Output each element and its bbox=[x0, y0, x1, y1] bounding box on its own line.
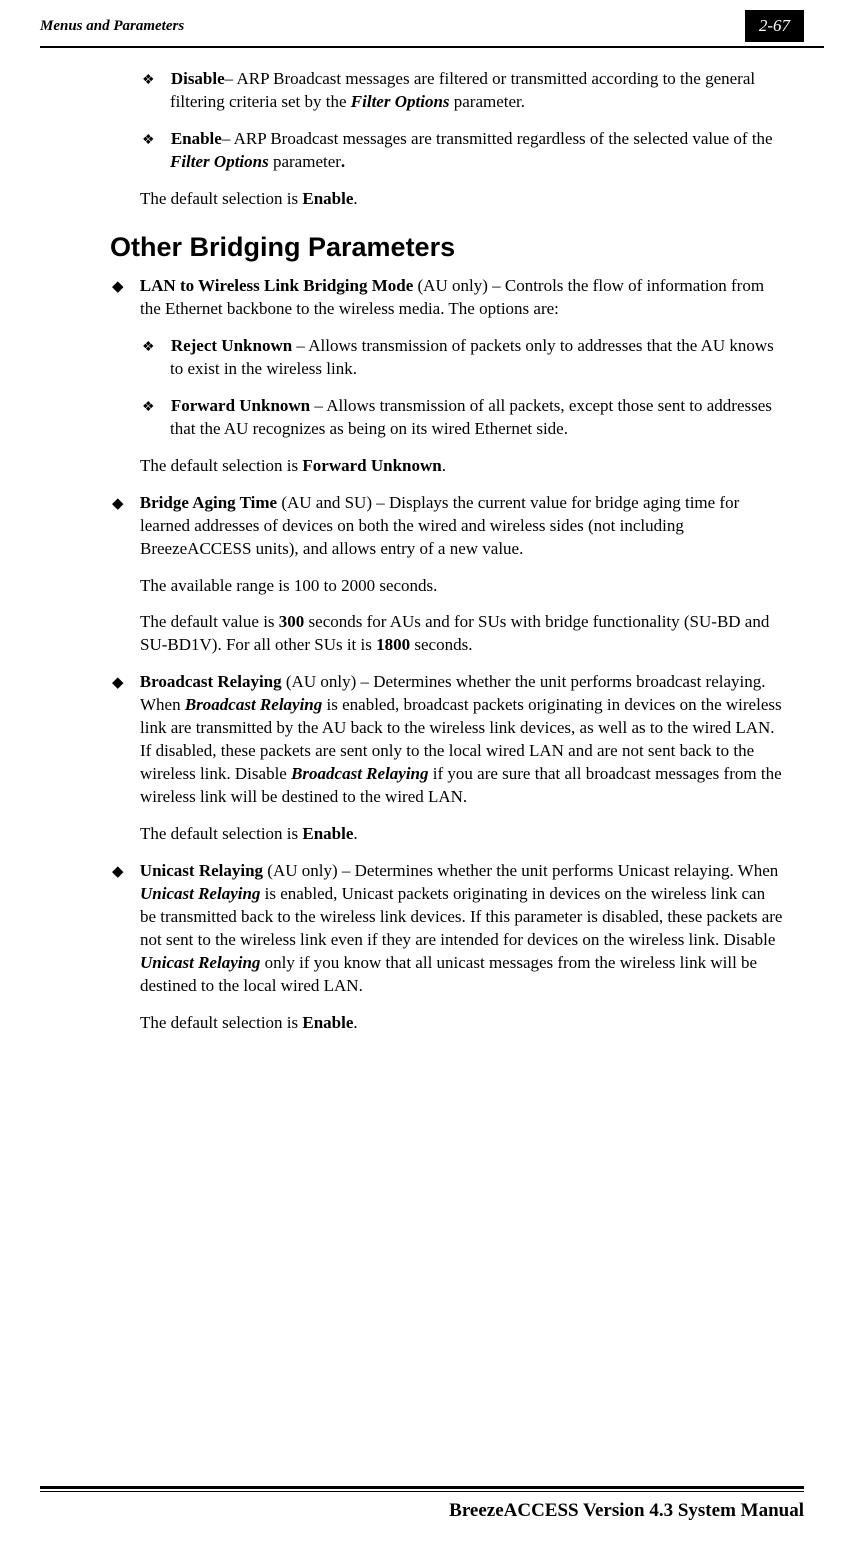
value: Enable bbox=[302, 1013, 353, 1032]
enable-option: Enable– ARP Broadcast messages are trans… bbox=[170, 128, 784, 174]
v1: 300 bbox=[279, 612, 305, 631]
page-number: 2-67 bbox=[745, 10, 804, 42]
italic: Filter Options bbox=[351, 92, 450, 111]
footer-text: BreezeACCESS Version 4.3 System Manual bbox=[40, 1500, 804, 1522]
broadcast-relaying: Broadcast Relaying (AU only) – Determine… bbox=[140, 671, 784, 809]
broadcast-default: The default selection is Enable. bbox=[140, 823, 784, 846]
text-after: parameter. bbox=[450, 92, 526, 111]
forward-unknown: Forward Unknown – Allows transmission of… bbox=[170, 395, 784, 441]
label: Bridge Aging Time bbox=[140, 493, 277, 512]
period: . bbox=[353, 824, 357, 843]
text: The default selection is bbox=[140, 824, 302, 843]
default-forward-unknown: The default selection is Forward Unknown… bbox=[140, 455, 784, 478]
content-body: Disable– ARP Broadcast messages are filt… bbox=[0, 48, 864, 1034]
text: – ARP Broadcast messages are transmitted… bbox=[222, 129, 773, 148]
period: . bbox=[353, 1013, 357, 1032]
period: . bbox=[341, 152, 345, 171]
label: Enable bbox=[171, 129, 222, 148]
disable-option: Disable– ARP Broadcast messages are filt… bbox=[170, 68, 784, 114]
reject-unknown: Reject Unknown – Allows transmission of … bbox=[170, 335, 784, 381]
aging-default: The default value is 300 seconds for AUs… bbox=[140, 611, 784, 657]
text: The default selection is bbox=[140, 1013, 302, 1032]
label: Disable bbox=[171, 69, 225, 88]
value: Enable bbox=[302, 189, 353, 208]
italic: Filter Options bbox=[170, 152, 269, 171]
period: . bbox=[442, 456, 446, 475]
unicast-relaying: Unicast Relaying (AU only) – Determines … bbox=[140, 860, 784, 998]
label: Broadcast Relaying bbox=[140, 672, 282, 691]
i2: Broadcast Relaying bbox=[291, 764, 428, 783]
header-section-title: Menus and Parameters bbox=[40, 18, 184, 35]
label: Reject Unknown bbox=[171, 336, 292, 355]
unicast-default: The default selection is Enable. bbox=[140, 1012, 784, 1035]
text-after: parameter bbox=[269, 152, 341, 171]
page-footer: BreezeACCESS Version 4.3 System Manual bbox=[40, 1486, 804, 1522]
aging-range: The available range is 100 to 2000 secon… bbox=[140, 575, 784, 598]
section-heading: Other Bridging Parameters bbox=[110, 229, 784, 265]
value: Forward Unknown bbox=[302, 456, 441, 475]
label: Unicast Relaying bbox=[140, 861, 263, 880]
default-enable-line: The default selection is Enable. bbox=[140, 188, 784, 211]
i1: Broadcast Relaying bbox=[185, 695, 322, 714]
i1: Unicast Relaying bbox=[140, 884, 260, 903]
text: The default selection is bbox=[140, 189, 302, 208]
label: LAN to Wireless Link Bridging Mode bbox=[140, 276, 413, 295]
period: . bbox=[353, 189, 357, 208]
t1: (AU only) – Determines whether the unit … bbox=[263, 861, 778, 880]
text3: seconds. bbox=[410, 635, 472, 654]
text: The default selection is bbox=[140, 456, 302, 475]
bridge-aging-time: Bridge Aging Time (AU and SU) – Displays… bbox=[140, 492, 784, 561]
label: Forward Unknown bbox=[171, 396, 310, 415]
v2: 1800 bbox=[376, 635, 410, 654]
value: Enable bbox=[302, 824, 353, 843]
footer-rule-thick bbox=[40, 1486, 804, 1489]
text: The default value is bbox=[140, 612, 279, 631]
footer-rule-thin bbox=[40, 1491, 804, 1492]
lan-wireless-mode: LAN to Wireless Link Bridging Mode (AU o… bbox=[140, 275, 784, 321]
i2: Unicast Relaying bbox=[140, 953, 260, 972]
